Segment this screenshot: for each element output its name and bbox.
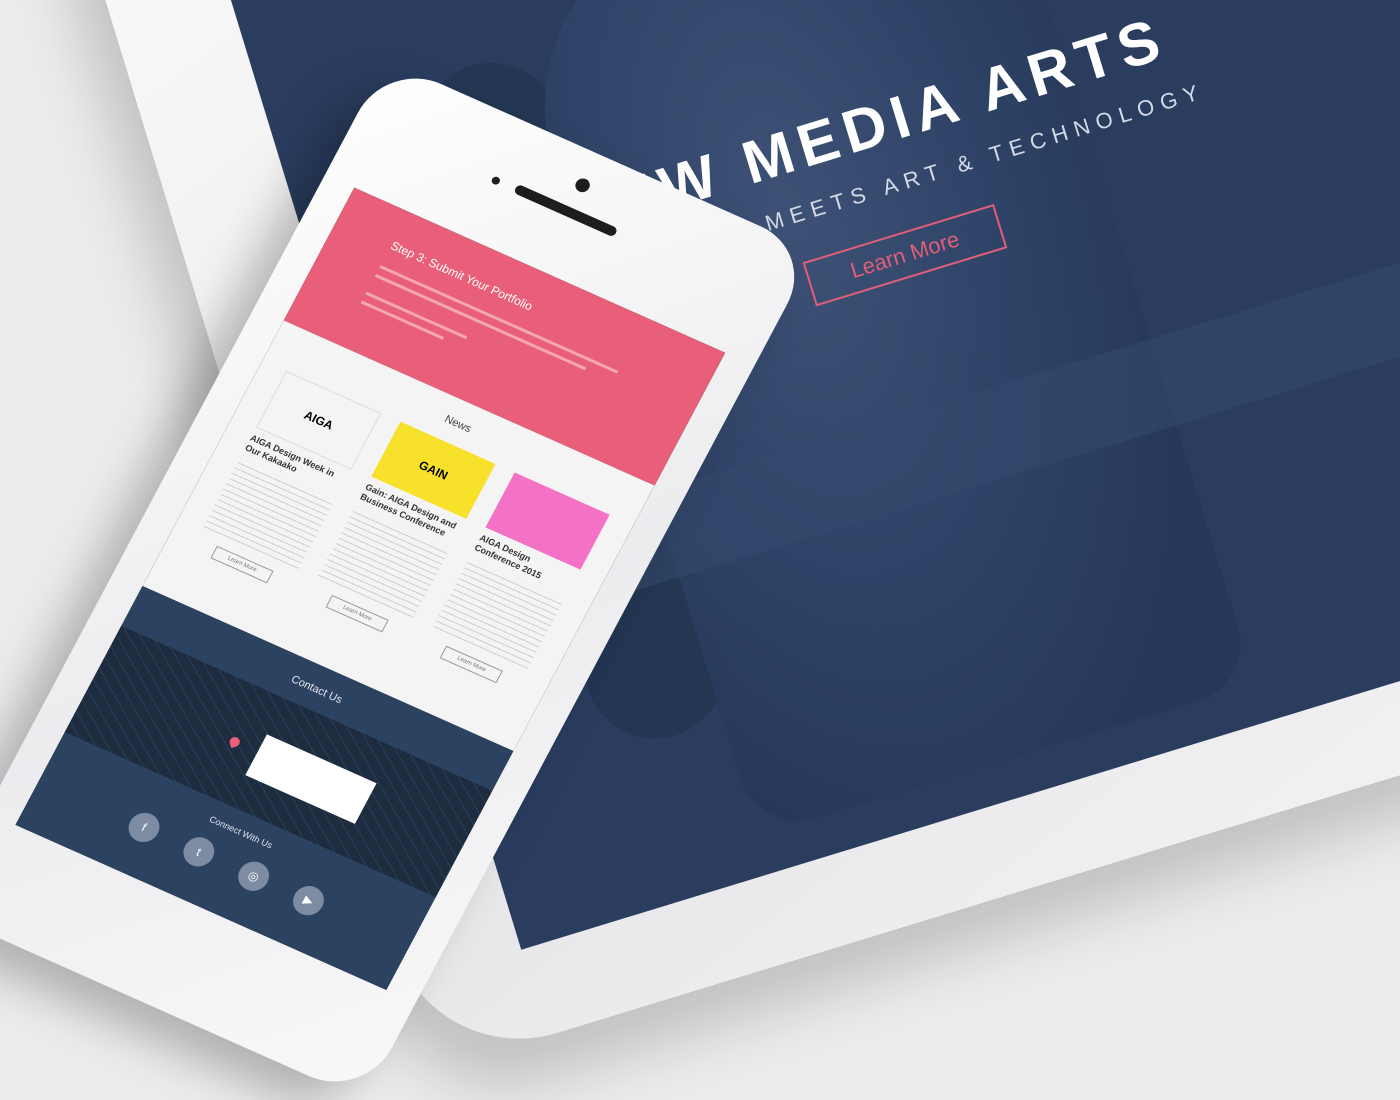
instagram-icon[interactable]: ◎: [232, 856, 275, 896]
twitter-icon[interactable]: t: [178, 832, 220, 872]
map-pin-icon[interactable]: [228, 735, 242, 749]
youtube-icon[interactable]: ▶: [287, 881, 330, 921]
facebook-icon[interactable]: f: [123, 808, 165, 847]
text-line: [379, 265, 619, 374]
sensor-icon: [490, 175, 502, 186]
map-info-card: [245, 734, 377, 824]
speaker-grille: [513, 183, 619, 238]
camera-icon: [572, 176, 593, 195]
